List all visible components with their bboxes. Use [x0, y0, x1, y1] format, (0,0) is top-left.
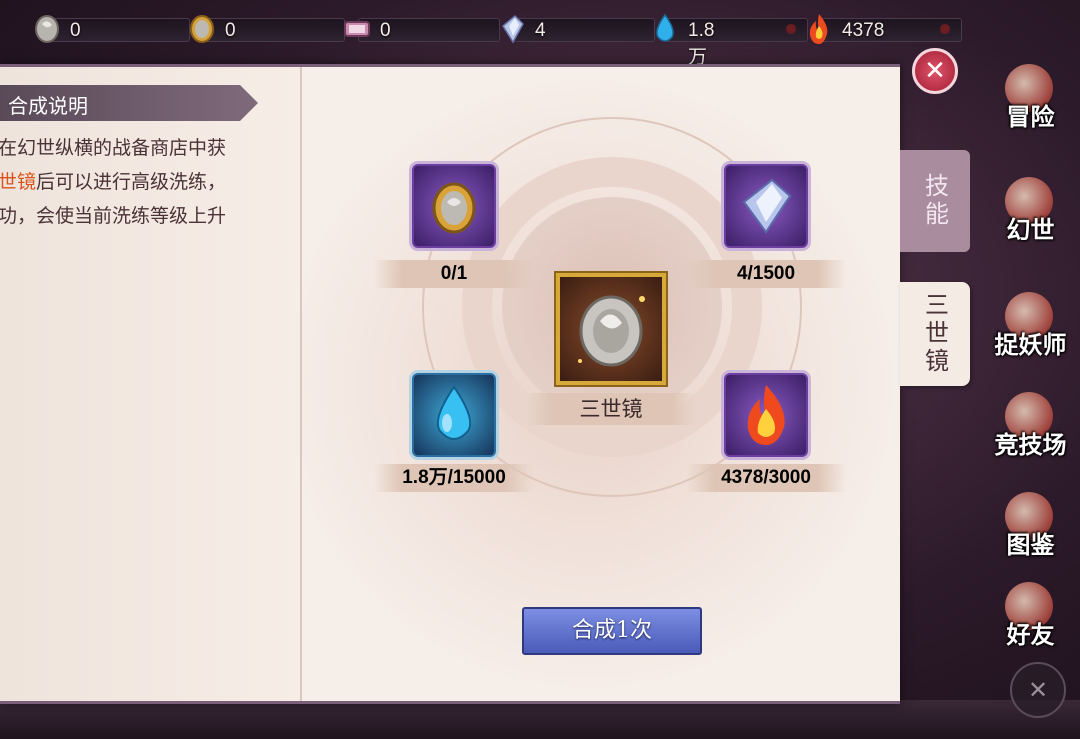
target-item-name: 三世镜	[526, 393, 696, 425]
close-button[interactable]: ✕	[912, 48, 958, 94]
tab-skills[interactable]: 技能	[900, 150, 970, 252]
tab-three-life-mirror[interactable]: 三世镜	[900, 282, 970, 386]
flame-icon	[809, 14, 828, 44]
menu-friends[interactable]: 好友	[983, 582, 1078, 650]
gold-mirror-icon	[190, 15, 214, 43]
silver-mirror-icon	[35, 15, 59, 43]
crystal-icon	[502, 14, 524, 44]
resource-bar: 0 0 0 4 1.8万 4378	[0, 0, 1080, 68]
highlight-item-name: 世镜	[0, 171, 37, 193]
flame-icon	[747, 385, 785, 445]
synthesize-button[interactable]: 合成1次	[522, 607, 702, 655]
description-title: 合成说明	[8, 94, 88, 118]
description-title-bar: 合成说明	[0, 85, 258, 121]
gold-mirror-icon	[432, 182, 476, 234]
material-slot-crystal[interactable]	[724, 164, 808, 248]
material-count-gold-mirror: 0/1	[374, 260, 534, 288]
bottom-bar	[0, 700, 1080, 739]
silver-mirror-icon	[578, 295, 645, 367]
material-count-water: 1.8万/15000	[374, 464, 534, 492]
synthesis-area: 0/1 4/1500 1.8万/15000 4378/3000 三世镜 合成1次	[302, 67, 900, 701]
action-button[interactable]: ✕	[1010, 662, 1066, 718]
menu-arena[interactable]: 竞技场	[983, 392, 1078, 460]
scroll-icon	[344, 21, 370, 37]
right-menu: 冒险 幻世 捉妖师 竞技场 图鉴 好友	[975, 60, 1080, 739]
material-slot-water[interactable]	[412, 373, 496, 457]
close-icon: ✕	[924, 56, 946, 86]
menu-demon-hunter[interactable]: 捉妖师	[983, 292, 1078, 360]
material-slot-gold-mirror[interactable]	[412, 164, 496, 248]
menu-illusion-world[interactable]: 幻世	[983, 177, 1078, 245]
description-pane: 合成说明 在幻世纵横的战备商店中获 世镜后可以进行高级洗练， 功，会使当前洗练等…	[0, 67, 302, 701]
synthesis-panel: 合成说明 在幻世纵横的战备商店中获 世镜后可以进行高级洗练， 功，会使当前洗练等…	[0, 64, 900, 704]
material-count-flame: 4378/3000	[686, 464, 846, 492]
menu-codex[interactable]: 图鉴	[983, 492, 1078, 560]
menu-adventure[interactable]: 冒险	[983, 64, 1078, 132]
material-slot-flame[interactable]	[724, 373, 808, 457]
description-text: 在幻世纵横的战备商店中获 世镜后可以进行高级洗练， 功，会使当前洗练等级上升	[0, 137, 227, 227]
target-item-slot[interactable]	[556, 273, 666, 385]
material-count-crystal: 4/1500	[686, 260, 846, 288]
crystal-icon	[742, 178, 792, 234]
water-drop-icon	[656, 13, 674, 42]
water-drop-icon	[436, 385, 472, 440]
